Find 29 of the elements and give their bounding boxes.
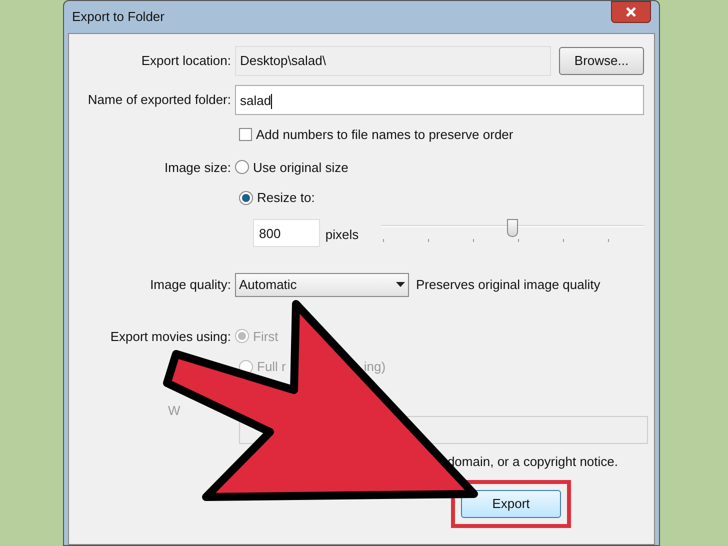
field-label: Image quality: [149,276,232,294]
quality-dropdown[interactable]: Automatic [235,272,409,296]
radio-label: Use original size [253,158,348,177]
caret-icon [396,282,405,287]
radio-label: First [253,328,278,346]
browse-button[interactable]: Browse... [559,47,644,75]
close-icon [625,6,637,18]
slider-thumb[interactable] [507,218,518,236]
folder-name-field[interactable]: salad [235,85,644,115]
checkbox-label: Add numbers to file names to preserve order [256,126,514,144]
field-label: Export movies using: [109,328,232,346]
unit-label: pixels [325,226,359,244]
location-field: Desktop\salad\ [235,46,551,76]
window-title: Export to Folder [72,8,164,26]
close-button[interactable] [611,1,651,23]
field-label: Name of exported folder: [86,91,232,110]
field-label: Image size: [164,158,232,177]
radio-label: Full r [257,358,286,376]
radio-label: ing) [364,358,386,376]
field-label: W [168,402,180,420]
pixels-field[interactable]: 800 [253,218,320,246]
radio-button[interactable] [235,160,249,174]
export-button[interactable]: Export [461,490,561,518]
checkbox[interactable] [239,128,252,142]
radio-button[interactable] [235,329,249,344]
field-label: Export location: [140,52,232,70]
quality-note: Preserves original image quality [416,276,600,294]
radio-button[interactable] [239,190,253,205]
radio-label: Resize to: [257,189,315,207]
